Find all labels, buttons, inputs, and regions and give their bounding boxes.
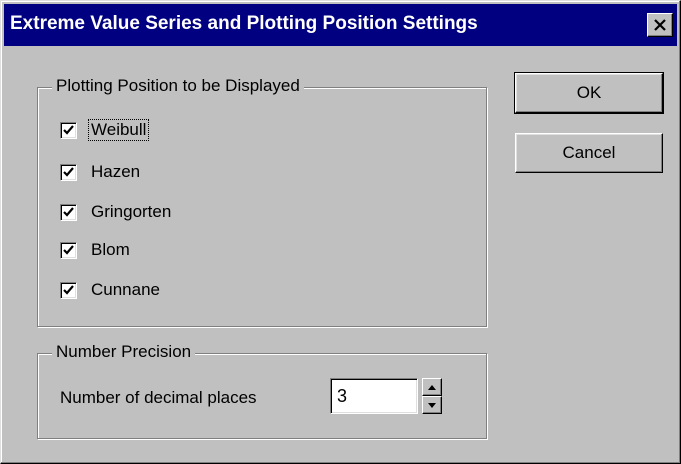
- cunnane-checkbox[interactable]: [60, 281, 77, 299]
- hazen-checkbox[interactable]: [60, 163, 77, 181]
- checkmark-icon: [63, 244, 74, 255]
- weibull-checkbox[interactable]: [60, 121, 77, 139]
- cancel-button[interactable]: Cancel: [515, 133, 663, 173]
- plotting-position-legend: Plotting Position to be Displayed: [52, 76, 304, 96]
- checkmark-icon: [63, 206, 74, 217]
- number-precision-group: Number Precision Number of decimal place…: [37, 342, 487, 439]
- gringorten-label: Gringorten: [91, 202, 172, 221]
- spin-up-button[interactable]: [422, 378, 442, 396]
- close-button[interactable]: [647, 13, 673, 37]
- decimal-places-input[interactable]: [330, 378, 418, 414]
- close-icon: [654, 19, 666, 31]
- spin-down-button[interactable]: [422, 396, 442, 414]
- arrow-up-icon: [428, 384, 436, 390]
- weibull-label: Weibull: [87, 119, 150, 141]
- blom-label: Blom: [91, 240, 130, 259]
- cunnane-label: Cunnane: [91, 280, 161, 299]
- arrow-down-icon: [428, 402, 436, 408]
- plotting-position-group: Plotting Position to be Displayed Weibul…: [37, 76, 487, 327]
- blom-checkbox[interactable]: [60, 241, 77, 259]
- checkbox-row-cunnane[interactable]: Cunnane: [60, 278, 162, 302]
- checkbox-row-gringorten[interactable]: Gringorten: [60, 200, 173, 224]
- dialog-title: Extreme Value Series and Plotting Positi…: [10, 13, 478, 34]
- checkmark-icon: [63, 284, 74, 295]
- checkmark-icon: [63, 124, 74, 135]
- checkmark-icon: [63, 166, 74, 177]
- settings-dialog: Extreme Value Series and Plotting Positi…: [0, 0, 681, 464]
- decimal-places-spinner[interactable]: [422, 378, 442, 414]
- title-bar[interactable]: Extreme Value Series and Plotting Positi…: [4, 4, 677, 46]
- gringorten-checkbox[interactable]: [60, 203, 77, 221]
- hazen-label: Hazen: [91, 162, 141, 181]
- checkbox-row-hazen[interactable]: Hazen: [60, 160, 142, 184]
- number-precision-legend: Number Precision: [52, 342, 196, 362]
- checkbox-row-weibull[interactable]: Weibull: [60, 118, 150, 142]
- checkbox-row-blom[interactable]: Blom: [60, 238, 132, 262]
- ok-button[interactable]: OK: [514, 72, 664, 114]
- decimal-places-label: Number of decimal places: [60, 388, 257, 407]
